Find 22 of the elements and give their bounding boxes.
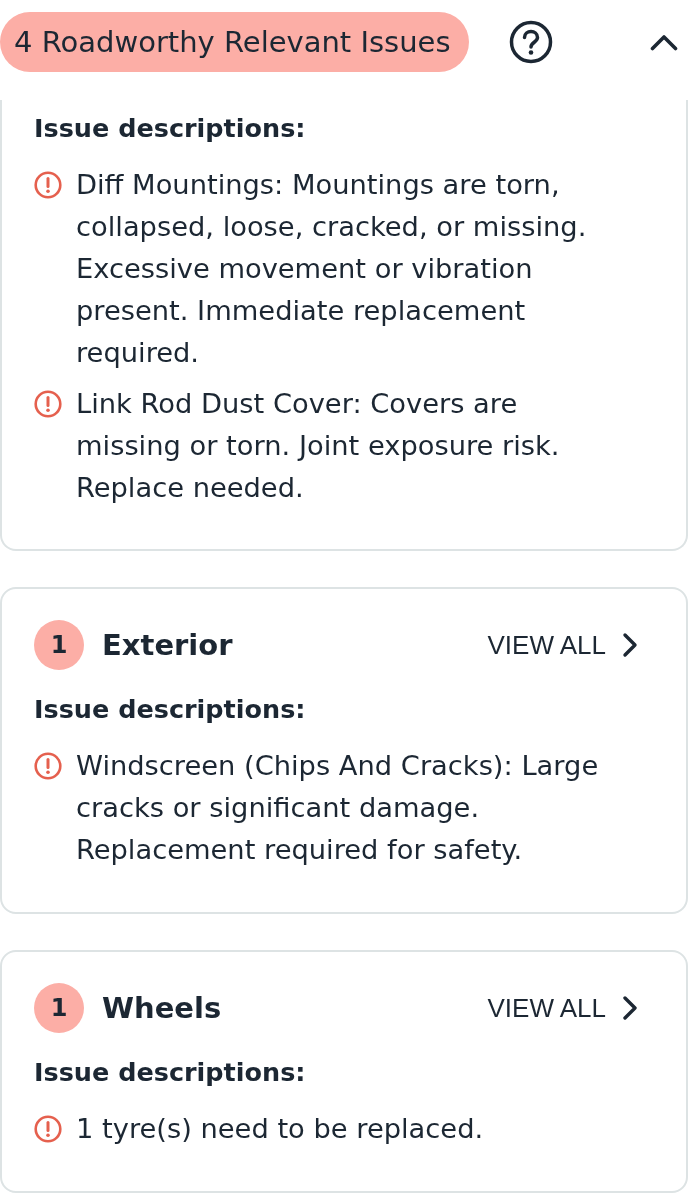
issue-descriptions-heading: Issue descriptions: (34, 693, 307, 726)
category-title: Exterior (102, 628, 233, 662)
alert-icon (34, 1115, 62, 1143)
section-title: 4 Roadworthy Relevant Issues (0, 12, 469, 72)
chevron-up-icon[interactable] (650, 33, 678, 51)
alert-icon (34, 171, 62, 199)
alert-icon (34, 390, 62, 418)
chevron-right-icon (622, 632, 638, 658)
view-all-link[interactable]: VIEW ALL (487, 992, 638, 1024)
help-icon[interactable] (508, 20, 553, 64)
issue-descriptions-heading: Issue descriptions: (34, 112, 307, 145)
chevron-right-icon (622, 995, 638, 1021)
view-all-link[interactable]: VIEW ALL (487, 629, 638, 661)
category-title: Wheels (102, 991, 222, 1025)
issue-count-badge: 1 (34, 620, 84, 670)
issue-description: Link Rod Dust Cover: Covers are missing or torn. Joint exposure risk. Replace needed. (76, 387, 561, 505)
issue-descriptions-heading: Issue descriptions: (34, 1056, 307, 1089)
issue-count-badge: 1 (34, 983, 84, 1033)
alert-icon (34, 752, 62, 780)
issue-description: Diff Mountings: Mountings are torn, collapsed, loose, cracked, or missing. Excessive movement or vibration present. Immediate replacement required. (76, 168, 588, 370)
issue-description: Windscreen (Chips And Cracks): Large cracks or significant damage. Replacement required for safety. (76, 749, 600, 867)
issue-description: 1 tyre(s) need to be replaced. (76, 1112, 484, 1146)
